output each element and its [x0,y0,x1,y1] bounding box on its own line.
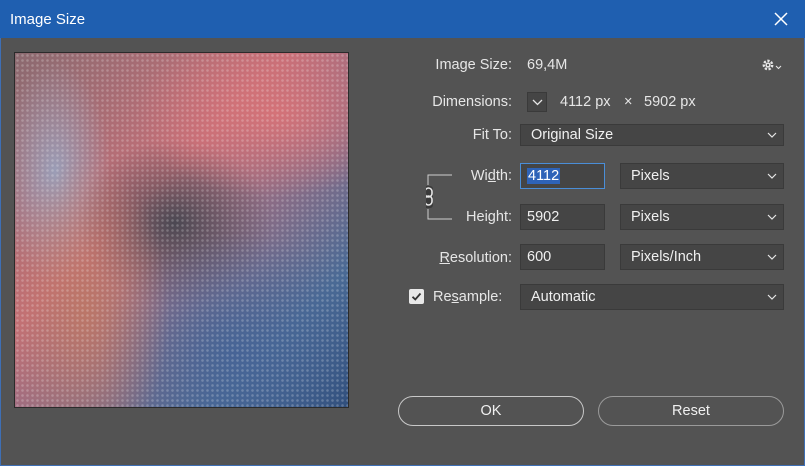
width-label: Width: [470,168,512,184]
resolution-input[interactable]: 600 [520,244,605,270]
close-icon[interactable] [771,9,791,29]
resample-select[interactable]: Automatic [520,284,784,310]
width-unit-select[interactable]: Pixels [620,163,784,189]
fit-to-select[interactable]: Original Size [520,124,784,146]
dimensions-height: 5902 px [644,94,696,110]
title-bar: Image Size [0,0,805,38]
width-input[interactable]: 4112 [520,163,605,189]
image-size-label: Image Size: [435,57,512,73]
dimensions-dropdown[interactable] [527,92,547,112]
width-unit: Pixels [631,168,670,184]
resolution-unit: Pixels/Inch [631,249,702,265]
dimensions-times: × [624,94,633,110]
resolution-label: Resolution: [439,250,512,266]
fit-to-value: Original Size [531,127,614,143]
height-unit-select[interactable]: Pixels [620,204,784,230]
image-size-value: 69,4M [527,57,568,73]
resolution-value: 600 [527,249,552,265]
height-unit: Pixels [631,209,670,225]
height-label: Height: [466,209,512,225]
resample-label: Resample: [433,289,503,305]
checkmark-icon [411,292,422,301]
chevron-down-icon [532,99,543,106]
width-value: 4112 [527,168,561,184]
image-preview[interactable] [14,52,349,408]
window-title: Image Size [10,11,86,28]
dimensions-label: Dimensions: [432,94,512,110]
halftone-texture [15,53,348,407]
reset-button[interactable]: Reset [598,396,784,426]
height-input[interactable]: 5902 [520,204,605,230]
resample-checkbox[interactable] [409,289,424,304]
height-value: 5902 [527,209,560,225]
resolution-unit-select[interactable]: Pixels/Inch [620,244,784,270]
chevron-down-icon [767,294,777,300]
chevron-down-icon [767,132,777,138]
fit-to-label: Fit To: [472,127,512,143]
chevron-down-icon [767,254,777,260]
dimensions-width: 4112 px [560,94,611,110]
resample-value: Automatic [531,289,596,305]
chevron-down-icon [767,173,777,179]
chevron-down-icon [767,214,777,220]
gear-icon[interactable] [760,56,782,74]
ok-button[interactable]: OK [398,396,584,426]
